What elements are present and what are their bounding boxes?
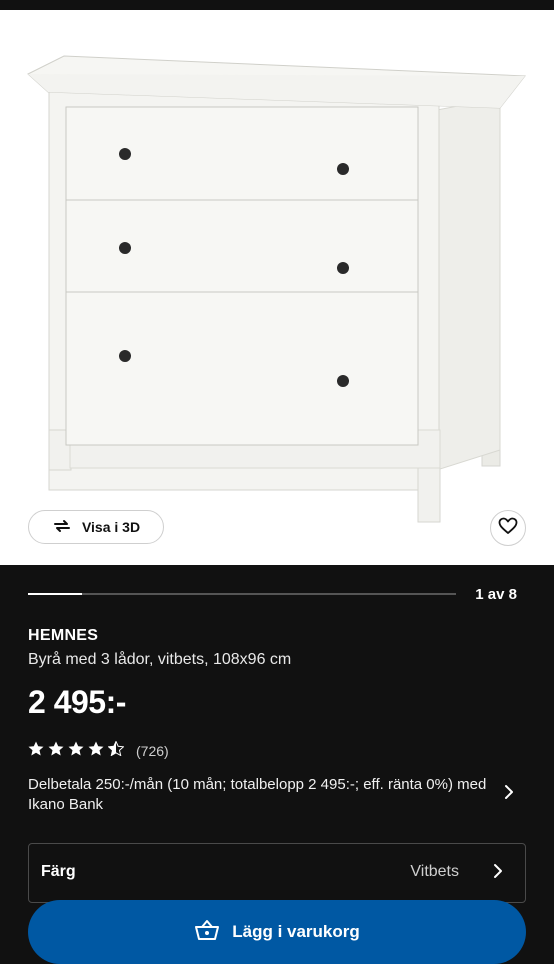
favorite-button[interactable] (490, 510, 526, 546)
star-icon (48, 741, 64, 761)
star-icon (68, 741, 84, 761)
rotate-3d-icon (52, 519, 72, 536)
cart-icon (194, 919, 220, 946)
star-icon (28, 741, 44, 761)
half-star-icon (107, 740, 125, 761)
color-value: Vitbets (410, 863, 459, 880)
chevron-right-icon[interactable] (504, 784, 514, 805)
chevron-right-icon (493, 863, 503, 884)
color-label: Färg (41, 863, 76, 880)
star-icon (88, 741, 104, 761)
gallery-progress-fill (28, 593, 82, 595)
product-image[interactable]: Visa i 3D (0, 10, 554, 565)
dresser-image (27, 55, 526, 523)
product-description: Byrå med 3 lådor, vitbets, 108x96 cm (28, 651, 292, 668)
add-to-cart-label: Lägg i varukorg (232, 922, 360, 941)
product-name: HEMNES (28, 627, 99, 644)
installment-info[interactable]: Delbetala 250:-/mån (10 mån; totalbelopp… (28, 775, 488, 815)
product-price: 2 495:- (28, 684, 126, 720)
heart-icon (498, 517, 518, 540)
color-selector[interactable]: Färg Vitbets (28, 843, 526, 903)
status-strip (0, 0, 554, 10)
view-in-3d-button[interactable]: Visa i 3D (28, 510, 164, 544)
add-to-cart-button[interactable]: Lägg i varukorg (28, 900, 526, 964)
gallery-progress-bar (28, 593, 456, 595)
rating-stars[interactable]: (726) (28, 740, 169, 761)
rating-count: (726) (136, 743, 169, 759)
gallery-pager: 1 av 8 (475, 586, 517, 603)
view-in-3d-label: Visa i 3D (81, 519, 141, 535)
